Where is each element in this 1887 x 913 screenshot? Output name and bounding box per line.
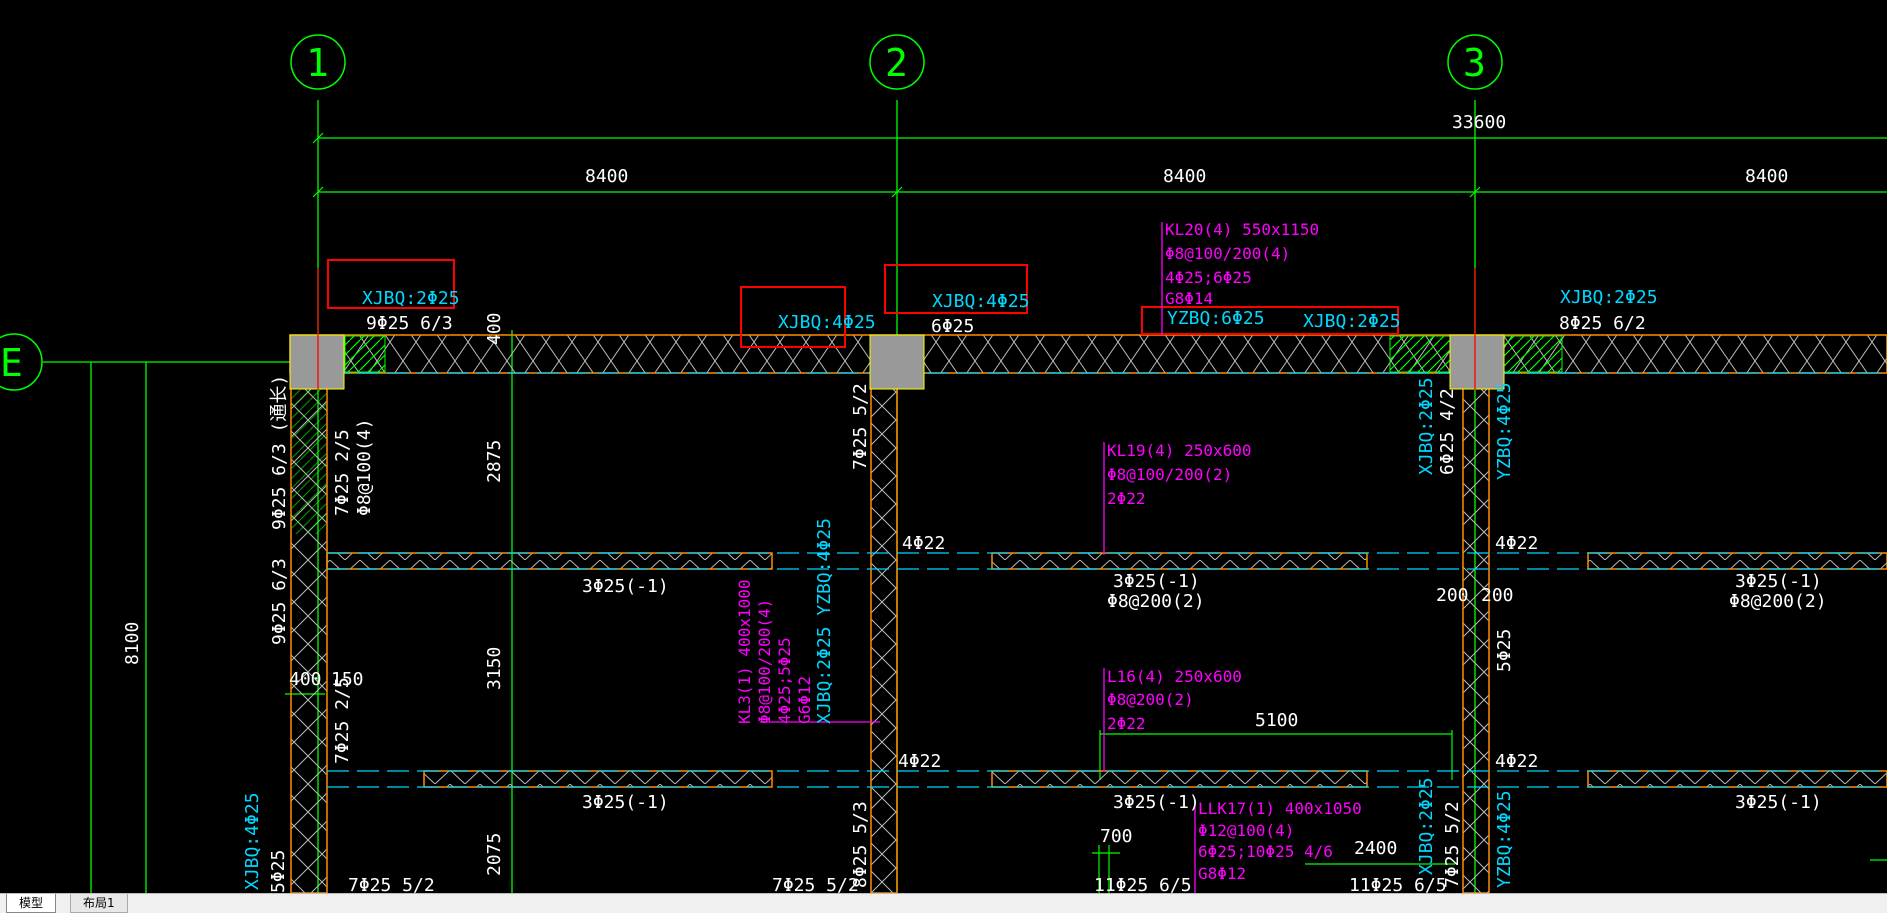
column-1[interactable] <box>289 334 345 390</box>
dim-span-2: 8400 <box>1163 166 1206 187</box>
svg-text:Φ8@100/200(4): Φ8@100/200(4) <box>755 599 774 724</box>
svg-text:Φ8@200(2): Φ8@200(2) <box>1107 690 1194 709</box>
label-b2-m: 3Φ25(-1) <box>1113 792 1200 813</box>
dim-200-a: 200 <box>1436 585 1469 606</box>
label-v-left-4: 9Φ25 6/3 <box>269 558 290 645</box>
svg-text:G8Φ14: G8Φ14 <box>1165 289 1213 308</box>
svg-text:Φ12@100(4): Φ12@100(4) <box>1198 821 1294 840</box>
label-v-col3-a: XJBQ:2Φ25 <box>1416 377 1437 475</box>
dim-3150: 3150 <box>484 647 505 690</box>
axis-label-1: 1 <box>306 41 329 85</box>
svg-text:Φ8@100/200(2): Φ8@100/200(2) <box>1107 465 1232 484</box>
svg-text:KL20(4) 550x1150: KL20(4) 550x1150 <box>1165 220 1319 239</box>
svg-text:2Φ22: 2Φ22 <box>1107 489 1146 508</box>
label-v-left-2: 7Φ25 2/5 <box>332 429 353 516</box>
label-bot-r2: 11Φ25 6/5 <box>1349 875 1447 893</box>
label-k4d: 4Φ22 <box>1495 751 1538 772</box>
label-bot-3: 8Φ25 6/2 <box>1559 313 1646 334</box>
tab-model[interactable]: 模型 <box>6 894 57 913</box>
beam-end-hatch <box>1389 335 1451 373</box>
layout-tab-bar: 模型 布局1 <box>0 893 1887 913</box>
cad-drawing-canvas[interactable]: 1 2 3 E 33600 8400 8400 8400 XJBQ:2Φ25 9… <box>0 0 1887 893</box>
label-v-col2-bot: 8Φ25 5/3 <box>850 801 871 888</box>
label-xjbq-3: XJBQ:2Φ25 <box>1560 287 1658 308</box>
svg-text:KL19(4) 250x600: KL19(4) 250x600 <box>1107 441 1252 460</box>
label-yzbq-top: YZBQ:6Φ25 <box>1167 308 1265 329</box>
svg-text:G8Φ12: G8Φ12 <box>1198 864 1246 883</box>
label-bot-m: 7Φ25 5/2 <box>772 875 859 893</box>
label-b2-l: 3Φ25(-1) <box>582 792 669 813</box>
dim-5100: 5100 <box>1255 710 1298 731</box>
dim-span-1: 8400 <box>585 166 628 187</box>
label-b1-r: 3Φ25(-1) <box>1735 571 1822 592</box>
label-k4b: 4Φ22 <box>1495 533 1538 554</box>
label-v-col3-d: 5Φ25 <box>1494 629 1515 672</box>
beam-column-3-vertical[interactable] <box>1462 372 1490 893</box>
dim-8100: 8100 <box>122 622 143 665</box>
beam-column-2-vertical[interactable] <box>870 372 898 893</box>
label-v-left-3: Φ8@100(4) <box>354 418 375 516</box>
label-bot-l: 7Φ25 5/2 <box>348 875 435 893</box>
label-k4c: 4Φ22 <box>898 751 941 772</box>
column-3[interactable] <box>1449 334 1505 390</box>
label-bot-r1: 11Φ25 6/5 <box>1094 875 1192 893</box>
kl19-note: KL19(4) 250x600 Φ8@100/200(2) 2Φ22 <box>1107 441 1252 508</box>
axis-label-e: E <box>0 341 23 385</box>
label-b1-l: 3Φ25(-1) <box>582 576 669 597</box>
wall-hatch <box>292 374 326 534</box>
kl3-rebar-note: XJBQ:2Φ25 YZBQ:4Φ25 <box>814 518 835 724</box>
svg-text:Φ8@100/200(4): Φ8@100/200(4) <box>1165 244 1290 263</box>
column-2[interactable] <box>869 334 925 390</box>
label-bot-2: 6Φ25 <box>931 316 974 337</box>
dim-2400: 2400 <box>1354 838 1397 859</box>
label-xjbq-mid1: XJBQ:4Φ25 <box>778 312 876 333</box>
label-v-col2-top: 7Φ25 5/2 <box>850 383 871 470</box>
axis-label-2: 2 <box>885 41 908 85</box>
l16-note: L16(4) 250x600 Φ8@200(2) 2Φ22 <box>1107 667 1242 733</box>
label-v-col3-f: 7Φ25 5/2 <box>1442 801 1463 888</box>
dim-total: 33600 <box>1452 112 1506 133</box>
dim-span-3: 8400 <box>1745 166 1788 187</box>
axis-label-3: 3 <box>1463 41 1486 85</box>
label-v-col3-b: 6Φ25 4/2 <box>1437 388 1458 475</box>
label-b1-m2: Φ8@200(2) <box>1107 591 1205 612</box>
svg-text:6Φ25;10Φ25 4/6: 6Φ25;10Φ25 4/6 <box>1198 842 1333 861</box>
label-v-col3-g: YZBQ:4Φ25 <box>1494 790 1515 888</box>
beam-kl20[interactable] <box>289 334 1887 374</box>
label-xjbq-top-r: XJBQ:2Φ25 <box>1303 311 1401 332</box>
label-v-col3-c: YZBQ:4Φ25 <box>1494 382 1515 480</box>
label-v-left-5: 7Φ25 2/5 <box>332 677 353 764</box>
label-b1-m: 3Φ25(-1) <box>1113 571 1200 592</box>
tab-layout1[interactable]: 布局1 <box>70 894 128 913</box>
dim-2875: 2875 <box>484 440 505 483</box>
label-b2-r: 3Φ25(-1) <box>1735 792 1822 813</box>
label-v-col3-e: XJBQ:2Φ25 <box>1416 777 1437 875</box>
svg-text:G6Φ12: G6Φ12 <box>795 676 814 724</box>
svg-text:LLK17(1) 400x1050: LLK17(1) 400x1050 <box>1198 799 1362 818</box>
llk17-note: LLK17(1) 400x1050 Φ12@100(4) 6Φ25;10Φ25 … <box>1198 799 1362 883</box>
label-v-left-7: 5Φ25 <box>268 850 289 893</box>
svg-text:4Φ25;5Φ25: 4Φ25;5Φ25 <box>775 637 794 724</box>
beam-end-hatch <box>344 335 386 373</box>
cad-drawing[interactable]: 1 2 3 E 33600 8400 8400 8400 XJBQ:2Φ25 9… <box>0 0 1887 893</box>
label-v-left-1: 9Φ25 6/3 (通长) <box>269 375 290 530</box>
beam-end-hatch <box>1499 335 1563 373</box>
kl3-note: KL3(1) 400x1000 Φ8@100/200(4) 4Φ25;5Φ25 … <box>735 580 814 725</box>
label-v-left-6: XJBQ:4Φ25 <box>242 792 263 890</box>
label-k4a: 4Φ22 <box>902 533 945 554</box>
dim-700: 700 <box>1100 826 1133 847</box>
dim-400-left: 400 <box>289 669 322 690</box>
dim-200-b: 200 <box>1481 585 1514 606</box>
svg-text:2Φ22: 2Φ22 <box>1107 714 1146 733</box>
label-b1-r2: Φ8@200(2) <box>1729 591 1827 612</box>
dim-2075: 2075 <box>484 833 505 876</box>
svg-text:KL3(1) 400x1000: KL3(1) 400x1000 <box>735 580 754 725</box>
label-xjbq-2: XJBQ:4Φ25 <box>932 291 1030 312</box>
dim-400-top: 400 <box>484 312 505 345</box>
svg-text:4Φ25;6Φ25: 4Φ25;6Φ25 <box>1165 268 1252 287</box>
label-xjbq-1: XJBQ:2Φ25 <box>362 288 460 309</box>
kl20-note: KL20(4) 550x1150 Φ8@100/200(4) 4Φ25;6Φ25… <box>1165 220 1319 308</box>
svg-text:L16(4) 250x600: L16(4) 250x600 <box>1107 667 1242 686</box>
label-bot-1: 9Φ25 6/3 <box>366 313 453 334</box>
